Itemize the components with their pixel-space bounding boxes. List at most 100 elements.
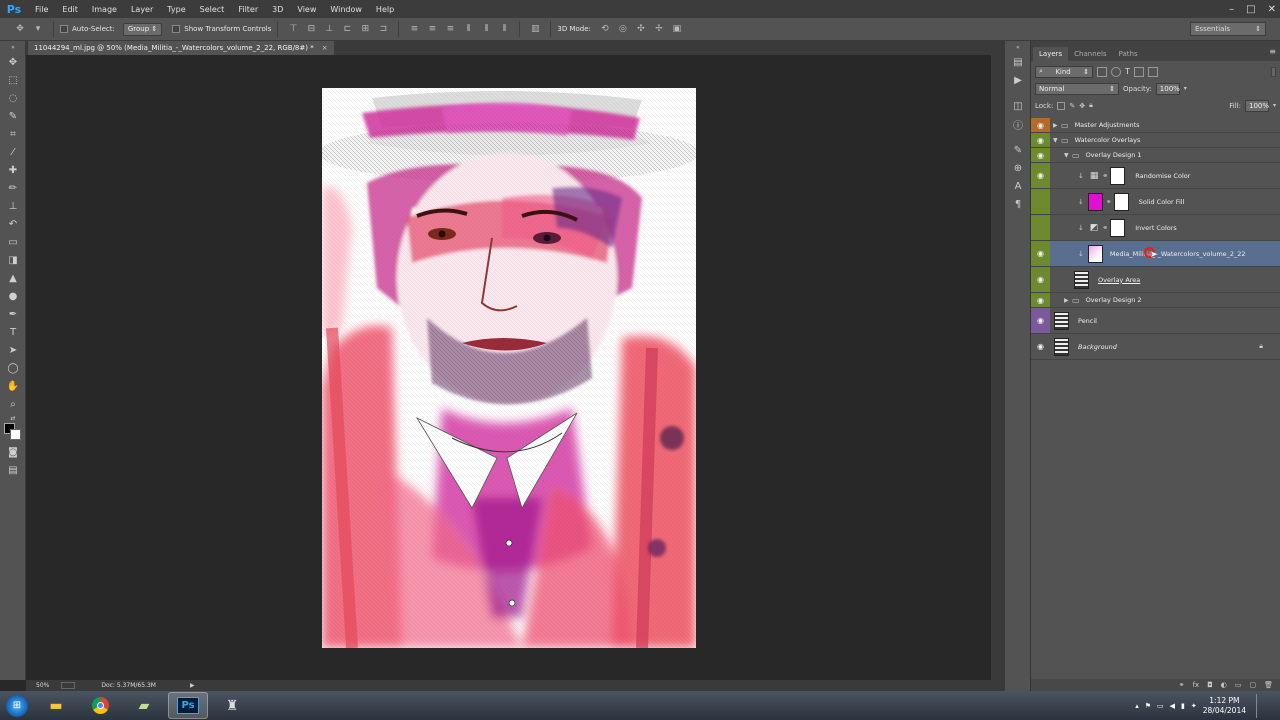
align-left-icon[interactable]: ⊏ xyxy=(341,24,353,35)
align-top-icon[interactable]: ⊤ xyxy=(287,24,299,35)
actions-panel-icon[interactable]: ▶ xyxy=(1005,71,1031,89)
close-tab-icon[interactable]: × xyxy=(322,44,328,52)
panel-collapse-icon[interactable]: » xyxy=(0,41,26,53)
healing-brush-tool-icon[interactable]: ✚ xyxy=(0,161,26,179)
menu-image[interactable]: Image xyxy=(85,5,124,14)
eye-hidden-icon[interactable]: ◉ xyxy=(1031,189,1050,214)
menu-3d[interactable]: 3D xyxy=(265,5,290,14)
path-select-tool-icon[interactable]: ➤ xyxy=(0,341,26,359)
eyedropper-tool-icon[interactable]: ⁄ xyxy=(0,143,26,161)
distribute-top-icon[interactable]: ≡ xyxy=(408,24,420,35)
align-bottom-icon[interactable]: ⊥ xyxy=(323,24,335,35)
filter-shape-icon[interactable] xyxy=(1133,66,1144,77)
start-button[interactable]: ⊞ xyxy=(0,691,34,720)
dodge-tool-icon[interactable]: ● xyxy=(0,287,26,305)
fill-slider-icon[interactable]: ▾ xyxy=(1273,102,1276,109)
hand-tool-icon[interactable]: ✋ xyxy=(0,377,26,395)
mask-thumbnail[interactable] xyxy=(1110,218,1126,237)
link-layers-icon[interactable]: ⚭ xyxy=(1179,681,1185,689)
gradient-tool-icon[interactable]: ◨ xyxy=(0,251,26,269)
layer-row[interactable]: ◉ ↓ ◩ ⚭ Invert Colors xyxy=(1031,215,1280,241)
menu-select[interactable]: Select xyxy=(193,5,232,14)
pen-tool-icon[interactable]: ✒ xyxy=(0,305,26,323)
menu-help[interactable]: Help xyxy=(369,5,401,14)
character-panel-icon[interactable]: A xyxy=(1005,177,1031,195)
auto-select-dropdown[interactable]: Group ⇕ xyxy=(122,22,163,36)
clone-stamp-tool-icon[interactable]: ⊥ xyxy=(0,197,26,215)
paragraph-panel-icon[interactable]: ¶ xyxy=(1005,195,1031,213)
layer-row[interactable]: ◉ Background 🔒︎ xyxy=(1031,334,1280,360)
align-right-icon[interactable]: ⊐ xyxy=(377,24,389,35)
distribute-bottom-icon[interactable]: ≡ xyxy=(444,24,456,35)
lasso-tool-icon[interactable]: ◌ xyxy=(0,89,26,107)
chevron-right-icon[interactable]: ▶ xyxy=(1064,297,1072,304)
lock-position-icon[interactable]: ✥ xyxy=(1079,102,1085,110)
chevron-down-icon[interactable]: ▾ xyxy=(32,24,44,35)
close-button[interactable]: ✕ xyxy=(1268,4,1276,15)
network-icon[interactable]: ▭ xyxy=(1157,702,1164,710)
mask-thumbnail[interactable] xyxy=(1113,192,1129,211)
new-group-icon[interactable]: ▭ xyxy=(1235,681,1242,689)
file-task-button[interactable]: ▰ xyxy=(124,692,164,719)
volume-icon[interactable]: ◀ xyxy=(1170,702,1175,710)
tab-paths[interactable]: Paths xyxy=(1113,47,1144,61)
background-color-swatch[interactable] xyxy=(10,429,21,440)
screen-mode-icon[interactable]: ▤ xyxy=(0,461,26,479)
eye-icon[interactable]: ◉ xyxy=(1031,133,1050,147)
eye-icon[interactable]: ◉ xyxy=(1031,308,1050,333)
photoshop-task-button[interactable]: Ps xyxy=(168,692,208,719)
swap-colors-icon[interactable]: ⇄ xyxy=(0,413,26,423)
clock[interactable]: 1:12 PM 28/04/2014 xyxy=(1203,696,1246,716)
3d-drag-icon[interactable]: ✣ xyxy=(635,24,647,35)
layer-row[interactable]: ◉ ↓ ⚭ Solid Color Fill xyxy=(1031,189,1280,215)
distribute-left-icon[interactable]: ⦀ xyxy=(462,24,474,35)
layer-row[interactable]: ◉ ↓ ▦ ⚭ Randomise Color xyxy=(1031,163,1280,189)
mask-thumbnail[interactable] xyxy=(1110,166,1126,185)
layer-row-selected[interactable]: ◉ ↓ Media_Militia_-_Watercolors_volume_2… xyxy=(1031,241,1280,267)
vertical-scrollbar[interactable] xyxy=(991,55,1004,680)
opacity-input[interactable]: 100% xyxy=(1155,82,1180,95)
move-tool-icon[interactable]: ✥ xyxy=(0,53,26,71)
eye-icon[interactable]: ◉ xyxy=(1031,148,1050,162)
menu-view[interactable]: View xyxy=(290,5,323,14)
filter-type-icon[interactable]: T xyxy=(1125,67,1130,76)
panel-menu-icon[interactable]: ≡ xyxy=(1269,47,1280,61)
brush-presets-panel-icon[interactable]: ✎ xyxy=(1005,141,1031,159)
flag-icon[interactable]: ⚑ xyxy=(1145,702,1151,710)
eye-icon[interactable]: ◉ xyxy=(1031,118,1050,132)
3d-rotate-icon[interactable]: ⟲ xyxy=(599,24,611,35)
eye-icon[interactable]: ◉ xyxy=(1031,334,1050,359)
history-panel-icon[interactable]: ▤ xyxy=(1005,53,1031,71)
link-icon[interactable]: ⚭ xyxy=(1106,198,1112,206)
layer-row[interactable]: ◉ ▼ ▭ Overlay Design 1 xyxy=(1031,148,1280,163)
eye-icon[interactable]: ◉ xyxy=(1031,267,1050,292)
zoom-tool-icon[interactable]: ⌕ xyxy=(0,395,26,413)
auto-align-icon[interactable]: ▥ xyxy=(529,24,541,35)
menu-edit[interactable]: Edit xyxy=(55,5,85,14)
chevron-down-icon[interactable]: ▼ xyxy=(1064,152,1072,159)
filter-smart-object-icon[interactable] xyxy=(1147,66,1158,77)
lock-transparency-icon[interactable] xyxy=(1057,101,1066,110)
crop-tool-icon[interactable]: ⌗ xyxy=(0,125,26,143)
layer-row[interactable]: ◉ ▶ ▭ Master Adjustments xyxy=(1031,118,1280,133)
chevron-down-icon[interactable]: ▼ xyxy=(1053,137,1061,144)
show-desktop-button[interactable] xyxy=(1256,693,1266,718)
maximize-button[interactable]: □ xyxy=(1246,4,1255,15)
menu-type[interactable]: Type xyxy=(160,5,192,14)
lock-pixels-icon[interactable]: ✎ xyxy=(1069,102,1075,110)
filter-pixel-icon[interactable] xyxy=(1097,66,1107,77)
filter-kind-dropdown[interactable]: ⌕ Kind ⇕ xyxy=(1035,65,1093,78)
layer-row[interactable]: ◉ Pencil xyxy=(1031,308,1280,334)
lock-all-icon[interactable]: 🔒︎ xyxy=(1089,101,1093,110)
workspace-dropdown[interactable]: Essentials ⇕ xyxy=(1190,22,1266,36)
menu-file[interactable]: File xyxy=(28,5,55,14)
new-layer-icon[interactable]: ▢ xyxy=(1249,681,1256,689)
link-icon[interactable]: ⚭ xyxy=(1102,172,1108,180)
minimize-button[interactable]: – xyxy=(1229,4,1234,15)
menu-filter[interactable]: Filter xyxy=(231,5,265,14)
blur-tool-icon[interactable]: ▲ xyxy=(0,269,26,287)
3d-slide-icon[interactable]: ✢ xyxy=(653,24,665,35)
chrome-task-button[interactable] xyxy=(80,692,120,719)
tab-layers[interactable]: Layers xyxy=(1033,47,1069,61)
link-icon[interactable]: ⚭ xyxy=(1102,224,1108,232)
